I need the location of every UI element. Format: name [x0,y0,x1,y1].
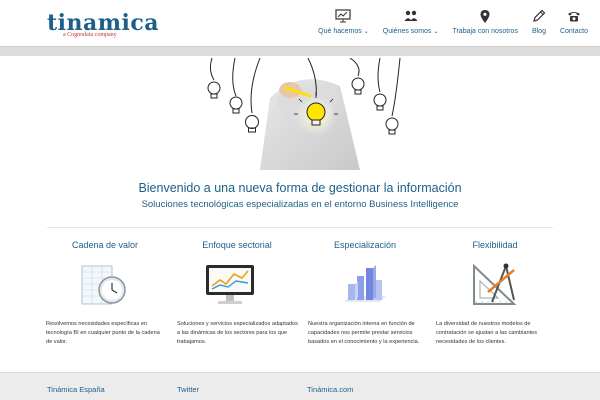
feature-description: Soluciones y servicios especializados ad… [177,321,298,345]
nav-label: Trabaja con nosotros [452,28,518,35]
site-footer: Tinámica España Twitter Tinámica.com [0,372,600,400]
nav-item-contacto[interactable]: Contacto [560,8,588,35]
feature-enfoque-sectorial: Enfoque sectorial Soluciones y servicios… [172,240,302,345]
feature-flexibilidad: Flexibilidad La diversidad de nuestros m… [430,240,560,345]
nav-label: Contacto [559,28,588,35]
feature-title[interactable]: Enfoque sectorial [172,240,302,250]
clock-spreadsheet-icon [80,262,130,308]
section-divider [47,227,553,228]
main-nav: Qué hacemos ⌄ Quiénes somos ⌄ Trabaja con … [304,8,588,35]
feature-title[interactable]: Cadena de valor [40,240,170,250]
site-header: tinamica a Cognodata company Qué hacemos… [0,0,600,46]
hero-title: Bienvenido a una nueva forma de gestiona… [138,181,462,195]
location-pin-icon [479,8,491,24]
people-icon [403,8,419,24]
hero-subtitle: Soluciones tecnológicas especializadas e… [141,199,459,210]
nav-item-quienes-somos[interactable]: Quiénes somos ⌄ [382,8,439,35]
feature-title[interactable]: Flexibilidad [430,240,560,250]
nav-item-trabaja-con-nosotros[interactable]: Trabaja con nosotros [452,8,518,35]
footer-column-title[interactable]: Twitter [177,385,199,394]
nav-item-blog[interactable]: Blog [532,8,546,35]
nav-label: Quiénes somos [382,28,432,35]
feature-title[interactable]: Especialización [300,240,430,250]
hero-image [190,57,410,170]
site-logo[interactable]: tinamica a Cognodata company [47,10,160,38]
chevron-down-icon: ⌄ [433,29,439,35]
nav-label: Qué hacemos [318,28,362,35]
logo-wordmark: tinamica [47,10,160,36]
feature-cadena-de-valor: Cadena de valor Resolvemos necesidades e… [40,240,170,345]
feature-description: La diversidad de nuestros modelos de con… [436,321,538,345]
nav-label: Blog [531,28,546,35]
feature-especializacion: Especialización Nuestra organización int… [300,240,430,345]
feature-description: Resolvemos necesidades específicas en te… [46,321,160,345]
logo-tagline: a Cognodata company [63,32,117,38]
monitor-icon [335,8,352,24]
drafting-tools-icon [470,262,520,308]
chart-monitor-icon [202,262,258,308]
bar-chart-3d-icon [340,262,390,308]
footer-column-title[interactable]: Tinámica.com [307,385,353,394]
pen-icon [532,8,546,24]
feature-description: Nuestra organización interna en función … [308,321,420,345]
nav-item-que-hacemos[interactable]: Qué hacemos ⌄ [318,8,369,35]
header-divider-band [0,46,600,56]
chevron-down-icon: ⌄ [363,29,369,35]
phone-icon [567,8,581,24]
footer-column-title[interactable]: Tinámica España [47,385,105,394]
